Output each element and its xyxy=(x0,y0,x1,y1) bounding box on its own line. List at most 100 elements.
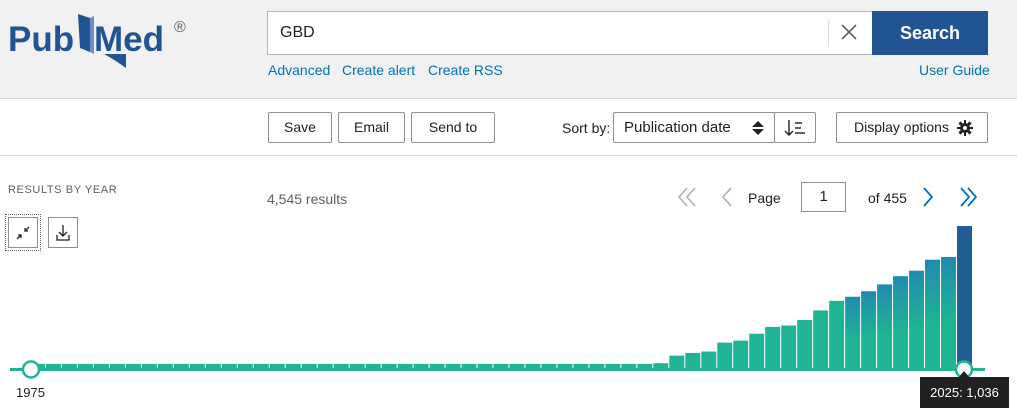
year-bar[interactable] xyxy=(909,270,925,368)
year-bar[interactable] xyxy=(477,363,493,368)
year-bar[interactable] xyxy=(141,363,157,368)
sort-by-value: Publication date xyxy=(624,119,731,136)
chevron-right-icon xyxy=(923,187,934,207)
send-to-button[interactable]: Send to xyxy=(411,112,495,143)
year-bar[interactable] xyxy=(61,363,77,368)
advanced-link[interactable]: Advanced xyxy=(268,62,330,78)
year-tooltip: 2025: 1,036 xyxy=(920,377,1009,408)
year-bar[interactable] xyxy=(45,363,61,368)
results-by-year-label: RESULTS BY YEAR xyxy=(8,184,118,196)
year-bar[interactable] xyxy=(173,363,189,368)
year-bar[interactable] xyxy=(413,363,429,368)
year-bar[interactable] xyxy=(541,363,557,368)
logo-text-med: Med xyxy=(94,20,164,59)
year-bar[interactable] xyxy=(109,363,125,368)
year-bar[interactable] xyxy=(877,284,893,368)
display-options-button[interactable]: Display options xyxy=(836,112,988,143)
year-bar[interactable] xyxy=(765,326,781,368)
year-bar[interactable] xyxy=(589,363,605,368)
year-bar[interactable] xyxy=(781,325,797,368)
gear-icon xyxy=(957,120,973,136)
search-button[interactable]: Search xyxy=(872,11,988,55)
year-bar[interactable] xyxy=(93,363,109,368)
year-bar[interactable] xyxy=(317,363,333,368)
year-bar[interactable] xyxy=(509,363,525,368)
timeline-start-year: 1975 xyxy=(16,385,45,400)
clear-search-button[interactable] xyxy=(834,20,864,46)
sort-descending-icon xyxy=(784,120,805,136)
year-bar[interactable] xyxy=(461,363,477,368)
create-alert-link[interactable]: Create alert xyxy=(342,62,415,78)
year-bar[interactable] xyxy=(685,352,701,368)
year-bar[interactable] xyxy=(397,363,413,368)
clear-separator xyxy=(828,20,829,46)
logo-text-pub: Pub xyxy=(8,20,74,59)
year-bar[interactable] xyxy=(845,296,861,368)
double-chevron-left-icon xyxy=(677,187,696,207)
year-bar[interactable] xyxy=(813,310,829,368)
year-bar[interactable] xyxy=(733,340,749,368)
year-bar[interactable] xyxy=(525,363,541,368)
sort-by-select[interactable]: Publication date xyxy=(613,112,775,143)
results-count: 4,545 results xyxy=(267,191,348,207)
year-bar[interactable] xyxy=(157,363,173,368)
year-bar[interactable] xyxy=(749,333,765,368)
year-bar[interactable] xyxy=(349,363,365,368)
year-bar[interactable] xyxy=(285,363,301,368)
year-bar[interactable] xyxy=(925,259,941,368)
year-bar[interactable] xyxy=(493,363,509,368)
year-bar[interactable] xyxy=(365,363,381,368)
year-bar[interactable] xyxy=(941,256,957,368)
year-bar[interactable] xyxy=(893,276,909,368)
chevron-left-icon xyxy=(721,187,732,207)
year-bar[interactable] xyxy=(605,363,621,368)
year-bar[interactable] xyxy=(301,363,317,368)
page-number-input[interactable]: 1 xyxy=(801,182,846,212)
pubmed-logo[interactable]: Pub Med ® xyxy=(8,10,193,70)
year-bar[interactable] xyxy=(445,363,461,368)
last-page-button[interactable] xyxy=(956,184,980,210)
year-bar[interactable] xyxy=(637,363,653,368)
email-button[interactable]: Email xyxy=(338,112,405,143)
timeline-start-handle[interactable] xyxy=(21,360,41,379)
year-bar[interactable] xyxy=(653,363,669,368)
year-bar[interactable] xyxy=(189,363,205,368)
double-chevron-right-icon xyxy=(960,187,978,207)
year-bar[interactable] xyxy=(221,363,237,368)
year-bar[interactable] xyxy=(957,226,972,368)
year-bar[interactable] xyxy=(557,363,573,368)
sort-order-button[interactable] xyxy=(774,112,816,143)
year-bar[interactable] xyxy=(269,363,285,368)
year-bar[interactable] xyxy=(669,355,685,368)
previous-page-button[interactable] xyxy=(716,184,740,210)
create-rss-link[interactable]: Create RSS xyxy=(428,62,503,78)
logo-registered-mark: ® xyxy=(174,19,186,36)
year-bar[interactable] xyxy=(77,363,93,368)
year-bar[interactable] xyxy=(253,363,269,368)
year-bar[interactable] xyxy=(829,300,845,368)
year-bar[interactable] xyxy=(701,351,717,368)
first-page-button[interactable] xyxy=(676,184,700,210)
select-arrows-icon xyxy=(752,121,764,135)
year-bar[interactable] xyxy=(797,320,813,368)
year-bar[interactable] xyxy=(573,363,589,368)
search-input[interactable] xyxy=(268,12,828,54)
year-bar[interactable] xyxy=(429,363,445,368)
header: Pub Med ® Search Advanced Create alert C… xyxy=(0,0,1017,99)
next-page-button[interactable] xyxy=(916,184,940,210)
actions-bar: Save Email Send to Sort by: Publication … xyxy=(0,100,1017,156)
results-by-year-chart[interactable] xyxy=(0,215,1017,417)
year-bar[interactable] xyxy=(237,363,253,368)
year-bar[interactable] xyxy=(717,342,733,368)
year-bar[interactable] xyxy=(125,363,141,368)
year-bar[interactable] xyxy=(333,363,349,368)
year-bar[interactable] xyxy=(205,363,221,368)
year-bar[interactable] xyxy=(621,363,637,368)
page-total: of 455 xyxy=(868,190,907,206)
user-guide-link[interactable]: User Guide xyxy=(919,62,990,78)
search-box xyxy=(267,11,873,55)
year-bar[interactable] xyxy=(861,291,877,368)
close-icon xyxy=(841,24,857,40)
save-button[interactable]: Save xyxy=(268,112,332,143)
year-bar[interactable] xyxy=(381,363,397,368)
